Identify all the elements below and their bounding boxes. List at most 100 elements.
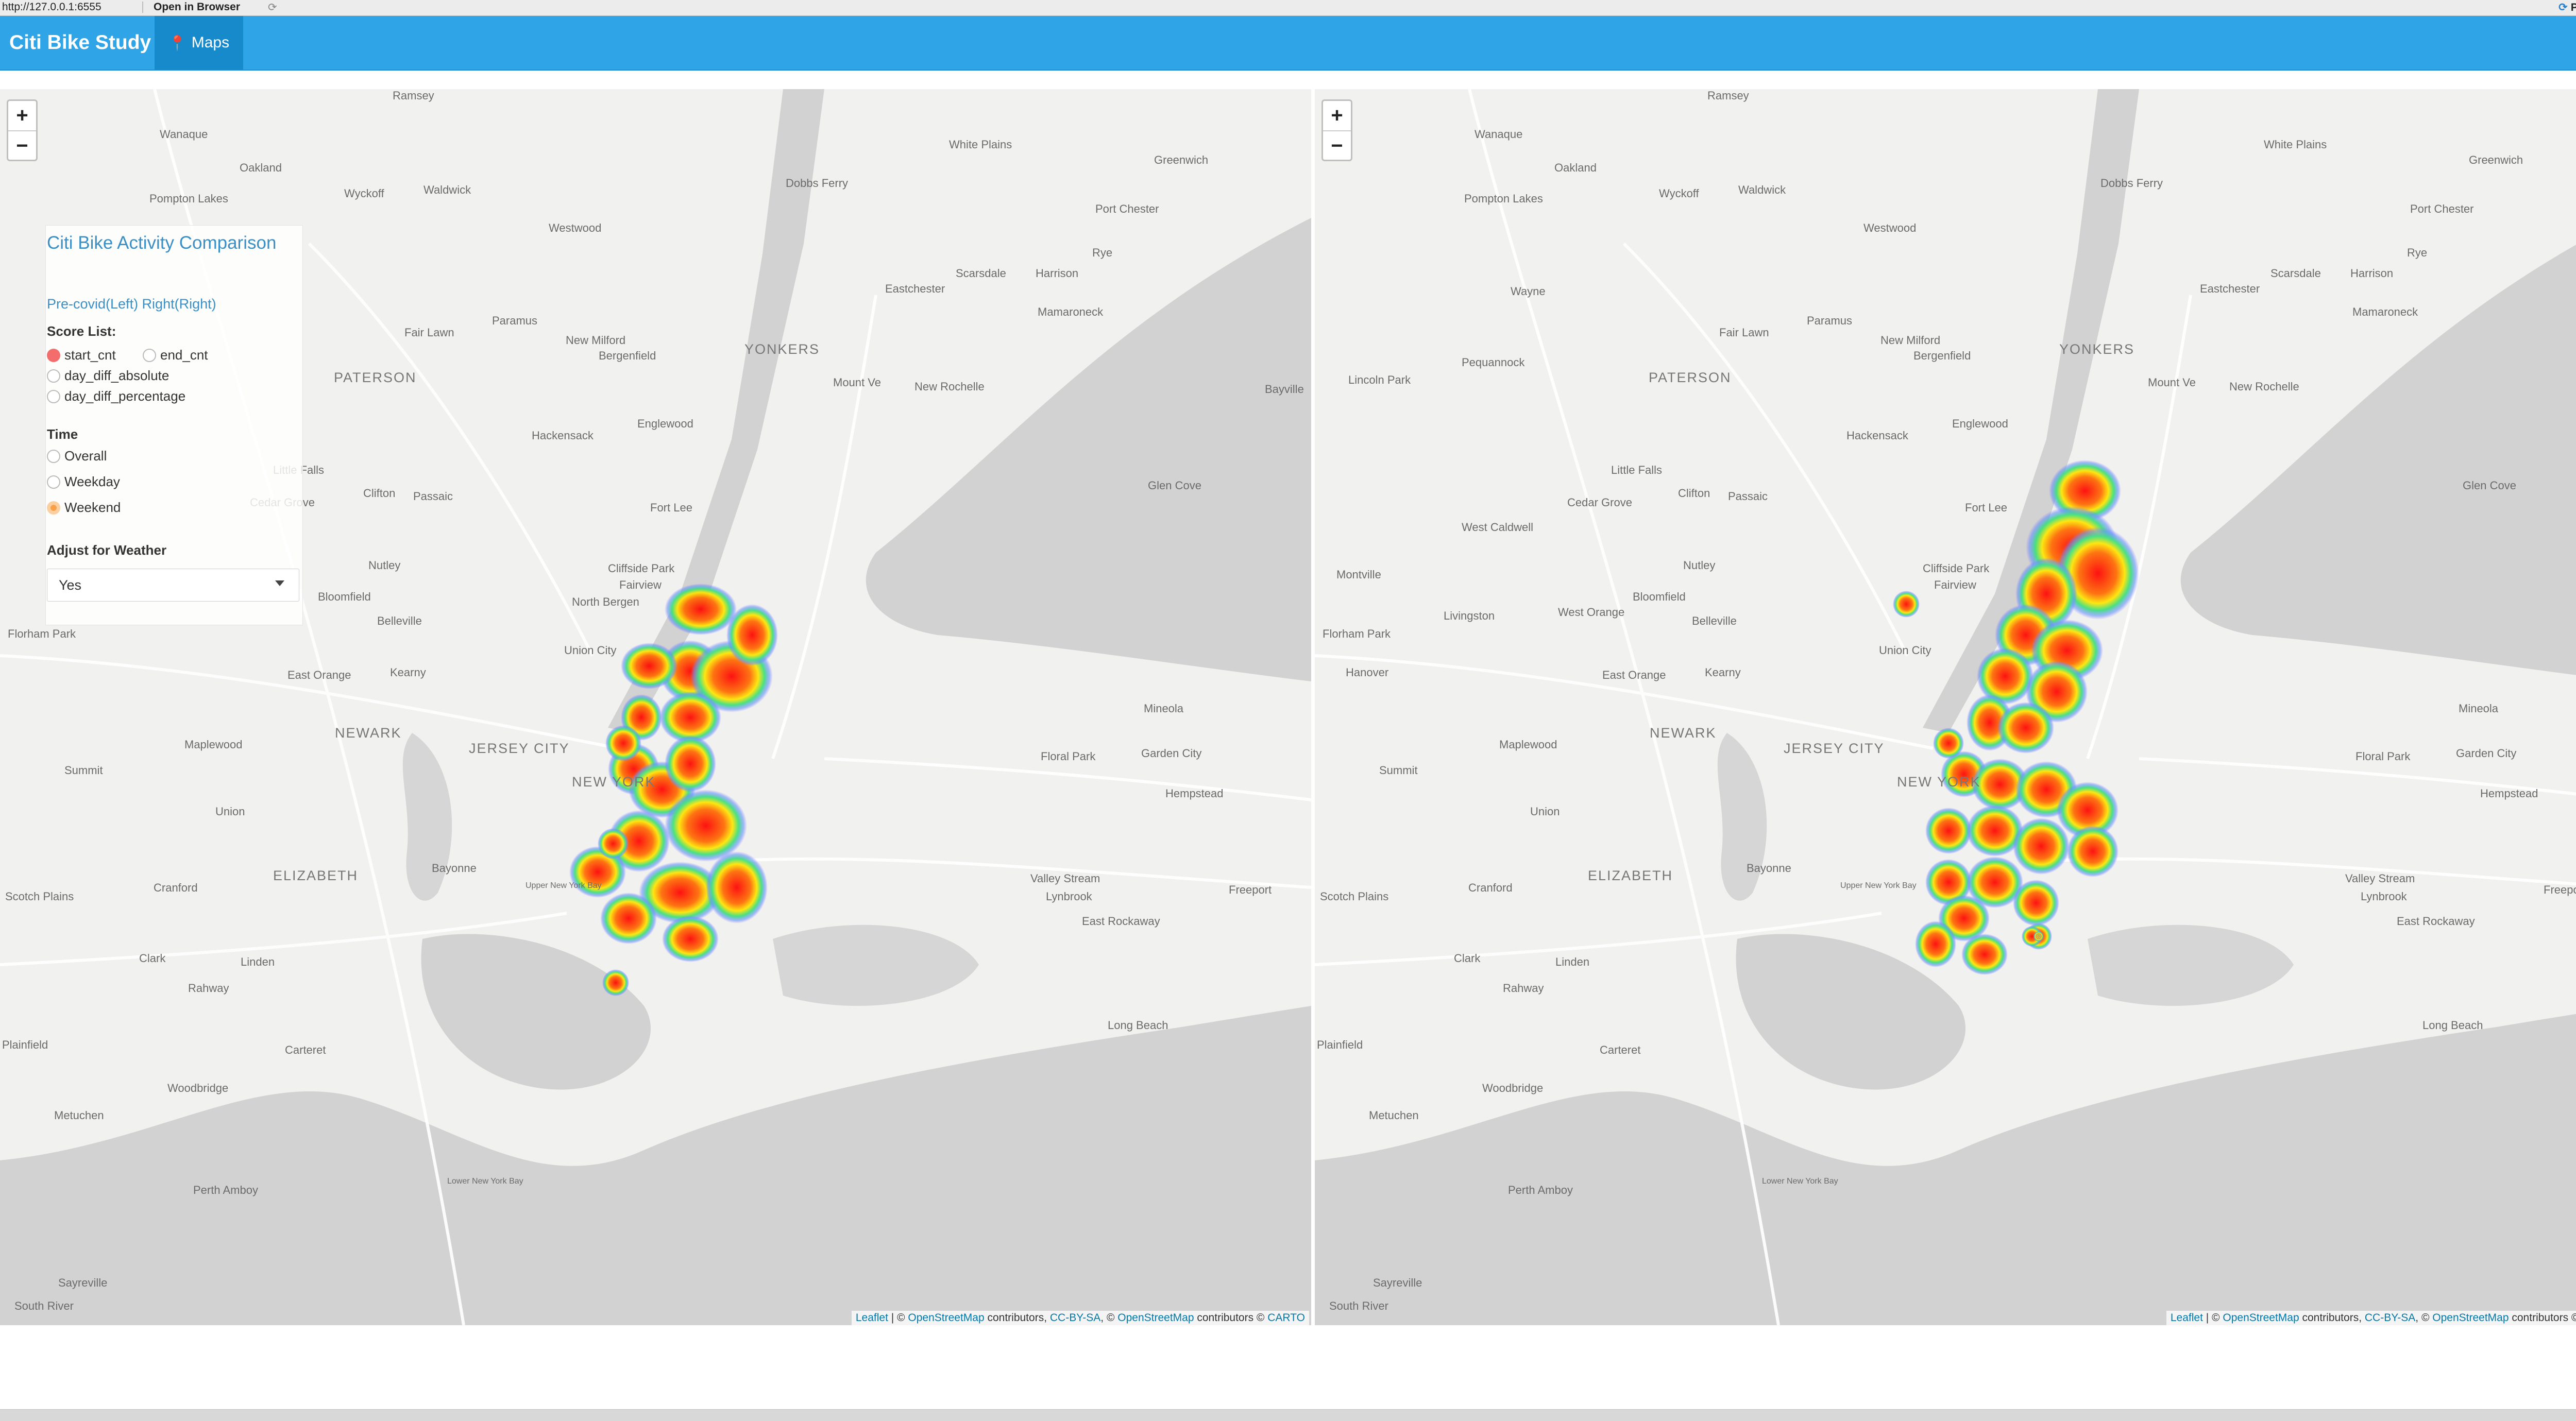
atlantic-ocean [0, 1006, 1311, 1325]
leaflet-link[interactable]: Leaflet [2171, 1312, 2203, 1324]
map-label: Livingston [1444, 609, 1495, 623]
map-label: New Milford [1880, 334, 1940, 347]
map-label: JERSEY CITY [1784, 741, 1885, 757]
attrib-text: | © [888, 1312, 908, 1324]
map-marker-icon: 📍 [168, 35, 187, 52]
radio-weekend[interactable]: Weekend [47, 500, 121, 516]
radio-label: Weekday [64, 474, 120, 490]
publish-icon: ⟳ [2558, 2, 2568, 13]
map-label: Plainfield [2, 1038, 48, 1052]
radio-end-cnt[interactable]: end_cnt [143, 347, 208, 363]
map-label: Paramus [492, 314, 537, 328]
map-label: Mamaroneck [1038, 305, 1103, 319]
app-brand[interactable]: Citi Bike Study [9, 31, 151, 54]
map-label: East Orange [287, 669, 351, 682]
map-label: Carteret [285, 1043, 326, 1057]
map-label: NEW YORK [572, 774, 656, 790]
map-label: Pequannock [1462, 356, 1524, 369]
publish-button[interactable]: ⟳Publish ▾ [2558, 1, 2576, 14]
map-label: Union City [564, 644, 616, 657]
map-label: Belleville [377, 614, 422, 628]
map-label: Wyckoff [344, 187, 384, 200]
ccbysa-link[interactable]: CC-BY-SA [2365, 1312, 2415, 1324]
radio-overall[interactable]: Overall [47, 448, 107, 464]
map-label: Summit [1379, 764, 1418, 777]
tab-maps[interactable]: 📍 Maps [155, 16, 243, 70]
map-label: Passaic [1728, 490, 1768, 503]
radio-start-cnt[interactable]: start_cnt [47, 347, 116, 363]
map-label: Freeport [2544, 883, 2576, 897]
map-label: Eastchester [2200, 282, 2260, 296]
map-label: Port Chester [2410, 202, 2474, 216]
map-label: PATERSON [334, 370, 417, 386]
radio-day-diff-percentage[interactable]: day_diff_percentage [47, 388, 185, 404]
panel-title: Citi Bike Activity Comparison [47, 233, 276, 253]
zoom-control-right[interactable]: + − [1321, 99, 1352, 161]
map-label: Oakland [1554, 161, 1597, 175]
map-label: New Rochelle [914, 380, 985, 393]
osm-link[interactable]: OpenStreetMap [2432, 1312, 2509, 1324]
map-label: Lower New York Bay [1762, 1177, 1838, 1186]
leaflet-link[interactable]: Leaflet [856, 1312, 888, 1324]
map-label: Oakland [240, 161, 282, 175]
map-label: Westwood [1863, 221, 1916, 235]
refresh-icon[interactable]: ⟳ [268, 1, 277, 14]
map-label: Lower New York Bay [447, 1177, 523, 1186]
map-label: ELIZABETH [1588, 868, 1673, 884]
map-label: Dobbs Ferry [2100, 177, 2163, 190]
map-label: Scotch Plains [5, 890, 74, 903]
radio-weekday[interactable]: Weekday [47, 474, 120, 490]
map-label: Union [1530, 805, 1560, 818]
bottom-scrollbar[interactable] [0, 1409, 2576, 1421]
map-label: Belleville [1692, 614, 1737, 628]
radio-day-diff-absolute[interactable]: day_diff_absolute [47, 368, 169, 384]
map-label: YONKERS [744, 341, 820, 357]
map-label: Metuchen [54, 1109, 104, 1122]
map-label: Lincoln Park [1348, 373, 1411, 387]
map-label: Greenwich [1154, 153, 1208, 167]
radio-selected-icon [47, 501, 60, 515]
map-label: Greenwich [2469, 153, 2523, 167]
toolbar-divider [142, 2, 143, 13]
zoom-control-left[interactable]: + − [7, 99, 38, 161]
control-panel: Citi Bike Activity Comparison Pre-covid(… [45, 225, 303, 625]
map-label: Rye [1092, 246, 1112, 260]
map-label: Linden [1555, 955, 1589, 969]
map-label: YONKERS [2059, 341, 2134, 357]
osm-link[interactable]: OpenStreetMap [908, 1312, 984, 1324]
map-label: Bayonne [1747, 862, 1791, 875]
map-label: Eastchester [885, 282, 945, 296]
radio-selected-icon [47, 349, 60, 362]
post-covid-map[interactable]: + − Ramsey Wanaque Oakland Pompton Lakes… [1315, 89, 2576, 1325]
map-label: Scotch Plains [1320, 890, 1388, 903]
map-label: Florham Park [8, 627, 76, 641]
zoom-out-button[interactable]: − [1323, 131, 1351, 161]
map-label: Union [215, 805, 245, 818]
zoom-in-button[interactable]: + [1323, 101, 1351, 131]
address-text: http://127.0.0.1:6555 [2, 1, 101, 13]
map-label: Cranford [1468, 881, 1513, 895]
map-label: Mount Ve [833, 376, 881, 389]
map-label: Mount Ve [2148, 376, 2196, 389]
radio-icon [47, 369, 60, 383]
map-label: Metuchen [1369, 1109, 1419, 1122]
zoom-out-button[interactable]: − [8, 131, 36, 161]
map-label: Freeport [1229, 883, 1272, 897]
map-label: Hempstead [2480, 787, 2538, 800]
map-label: Wayne [1511, 285, 1546, 298]
map-label: Bayonne [432, 862, 477, 875]
ccbysa-link[interactable]: CC-BY-SA [1050, 1312, 1100, 1324]
map-label: East Orange [1602, 669, 1666, 682]
open-in-browser-button[interactable]: Open in Browser [154, 1, 240, 13]
carto-link[interactable]: CARTO [1267, 1312, 1305, 1324]
map-label: Carteret [1600, 1043, 1640, 1057]
zoom-in-button[interactable]: + [8, 101, 36, 131]
osm-link[interactable]: OpenStreetMap [1117, 1312, 1194, 1324]
map-label: ELIZABETH [273, 868, 358, 884]
map-attribution: Leaflet | © OpenStreetMap contributors, … [852, 1311, 1309, 1325]
attrib-text: contributors © [2509, 1312, 2576, 1324]
radio-icon [47, 450, 60, 463]
osm-link[interactable]: OpenStreetMap [2223, 1312, 2299, 1324]
map-label: Wanaque [1475, 128, 1522, 141]
weather-select[interactable]: Yes [47, 569, 299, 602]
